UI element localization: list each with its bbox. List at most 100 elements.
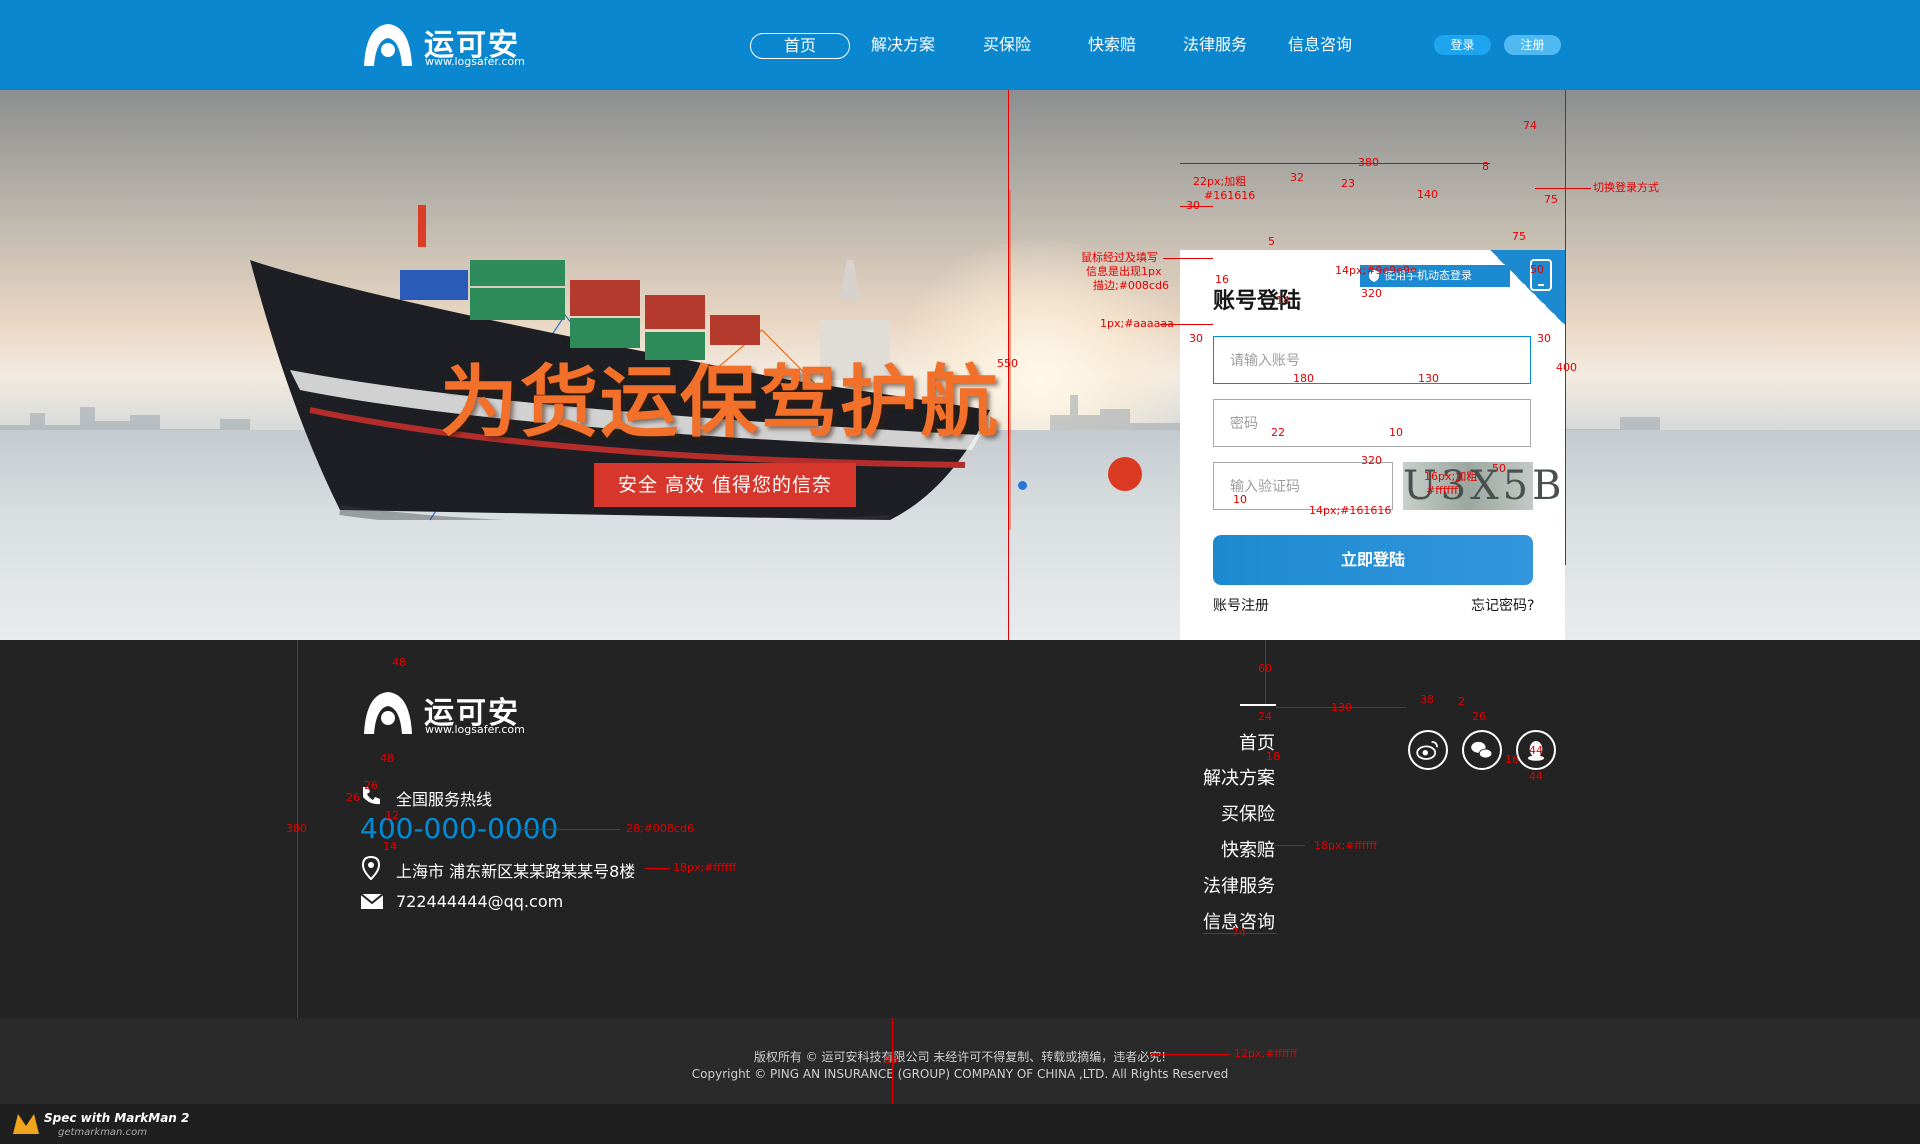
ann-line [1160, 324, 1213, 325]
login-submit-button[interactable]: 立即登陆 [1213, 535, 1533, 585]
email-icon [360, 893, 384, 909]
ann-label: 75 [1512, 230, 1526, 243]
markman-logo-icon [13, 1114, 39, 1134]
ann-label: 26 [346, 791, 360, 804]
copyright-bar: 版权所有 © 运可安科技有限公司 未经许可不得复制、转载或摘编，违者必究! Co… [0, 1018, 1920, 1104]
ann-label: 10 [1389, 426, 1403, 439]
nav-legal[interactable]: 法律服务 [1180, 33, 1250, 57]
ann-label: 140 [1417, 188, 1438, 201]
ann-label: 14px;#9e9e9e [1335, 264, 1417, 277]
register-link[interactable]: 账号注册 [1213, 595, 1269, 615]
ann-label: 描边;#008cd6 [1093, 279, 1169, 292]
ann-label: 28;#008cd6 [626, 822, 694, 835]
brand-logo-icon [364, 24, 412, 66]
ann-line [1180, 163, 1490, 164]
ann-label: 26 [1472, 710, 1486, 723]
ann-label: 400 [1556, 361, 1577, 374]
hero-headline: 为货运保驾护航 [440, 358, 1001, 448]
ann-label: 32 [1290, 171, 1304, 184]
ann-label: 320 [1361, 454, 1382, 467]
ann-label: 30 [1189, 332, 1203, 345]
decor-red-dot [1108, 457, 1142, 491]
hero-tagline: 安全 高效 值得您的信奈 [594, 463, 856, 507]
footer-link-legal[interactable]: 法律服务 [1203, 872, 1275, 898]
hero-banner: 为货运保驾护航 安全 高效 值得您的信奈 使用手机动态登录 账号登陆 请输入账号… [0, 90, 1920, 640]
ann-label: 16 [1505, 753, 1519, 766]
ann-label: 130 [1418, 372, 1439, 385]
ann-line [645, 868, 670, 869]
forgot-password-link[interactable]: 忘记密码? [1471, 595, 1534, 615]
ann-label: 12px;#ffffff [1234, 1047, 1298, 1060]
wechat-icon[interactable] [1462, 730, 1502, 770]
ann-label: 48 [392, 656, 406, 669]
copyright-en: Copyright © PING AN INSURANCE (GROUP) CO… [691, 1067, 1229, 1081]
ann-label: 18px;#ffffff [673, 861, 737, 874]
ann-label: 380 [1358, 156, 1379, 169]
ann-label: 60 [1258, 662, 1272, 675]
nav-info[interactable]: 信息咨询 [1285, 33, 1355, 57]
ann-label: 16 [1215, 273, 1229, 286]
ann-label: 18px;#ffffff [1314, 839, 1378, 852]
ann-label: 切换登录方式 [1593, 181, 1659, 194]
ann-label: #ffffff [1426, 484, 1458, 497]
markman-url: getmarkman.com [58, 1127, 147, 1138]
ann-label: 30 [1537, 332, 1551, 345]
weibo-icon[interactable] [1408, 730, 1448, 770]
ann-label: 18 [1266, 750, 1280, 763]
ann-label: 320 [1361, 287, 1382, 300]
ann-label: 22px;加粗 [1193, 175, 1247, 188]
email[interactable]: 722444444@qq.com [396, 892, 563, 911]
nav-claims[interactable]: 快索赔 [1080, 33, 1144, 57]
nav-home[interactable]: 首页 [750, 33, 850, 59]
bottom-bar [0, 1104, 1920, 1144]
ann-label: 14 [1276, 294, 1290, 307]
ann-label: 信息是出现1px [1086, 265, 1162, 278]
footer-link-solutions[interactable]: 解决方案 [1203, 764, 1275, 790]
ann-line [520, 829, 620, 830]
account-input[interactable]: 请输入账号 [1213, 336, 1531, 384]
ann-label: 24 [1258, 710, 1272, 723]
footer-link-insurance[interactable]: 买保险 [1221, 800, 1275, 826]
ann-label: 75 [1544, 193, 1558, 206]
ann-label: 48 [380, 752, 394, 765]
decor-blue-dot [1018, 481, 1027, 490]
register-button[interactable]: 注册 [1504, 35, 1561, 55]
ann-label: 16px;加粗 [1424, 470, 1478, 483]
ann-label: 74 [1232, 926, 1246, 939]
ann-line [1150, 1054, 1230, 1055]
copyright-cn: 版权所有 © 运可安科技有限公司 未经许可不得复制、转载或摘编，违者必究! [753, 1050, 1167, 1064]
switch-login-mode-button[interactable] [1490, 250, 1565, 325]
address: 上海市 浦东新区某某路某某号8楼 [396, 862, 636, 881]
login-button[interactable]: 登录 [1434, 35, 1491, 55]
ann-line [1275, 845, 1305, 846]
ann-label: 50 [1492, 462, 1506, 475]
ann-label: 5 [1268, 235, 1275, 248]
ann-label: 2 [1458, 695, 1465, 708]
footer-logo-icon [364, 692, 412, 734]
ann-label: 30 [1186, 199, 1200, 212]
ann-label: 14px;#161616 [1309, 504, 1392, 517]
ann-line [1565, 90, 1566, 565]
hotline-label: 全国服务热线 [396, 790, 493, 809]
footer-link-claims[interactable]: 快索赔 [1221, 836, 1275, 862]
location-icon [362, 856, 380, 880]
ann-label: 86 [884, 1053, 898, 1066]
ann-label: 8 [1482, 160, 1489, 173]
ann-label: 44 [1529, 744, 1543, 757]
ann-label: 22 [1271, 426, 1285, 439]
login-panel: 使用手机动态登录 账号登陆 请输入账号 密码 输入验证码 U3X5B 立即登陆 … [1180, 250, 1565, 640]
ann-label: 550 [997, 357, 1018, 370]
ann-line [1163, 258, 1213, 259]
top-header: 运可安 www.logsafer.com 首页 解决方案 买保险 快索赔 法律服… [0, 0, 1920, 90]
brand-url: www.logsafer.com [425, 55, 525, 68]
ann-label: 14 [383, 840, 397, 853]
ann-label: 10 [1233, 493, 1247, 506]
ann-label: #161616 [1204, 189, 1256, 202]
password-input[interactable]: 密码 [1213, 399, 1531, 447]
nav-solutions[interactable]: 解决方案 [868, 33, 938, 57]
ann-label: 380 [286, 822, 307, 835]
ann-label: 74 [1523, 119, 1537, 132]
ann-label: 12 [385, 809, 399, 822]
ann-label: 50 [1530, 263, 1544, 276]
nav-buy-insurance[interactable]: 买保险 [975, 33, 1039, 57]
